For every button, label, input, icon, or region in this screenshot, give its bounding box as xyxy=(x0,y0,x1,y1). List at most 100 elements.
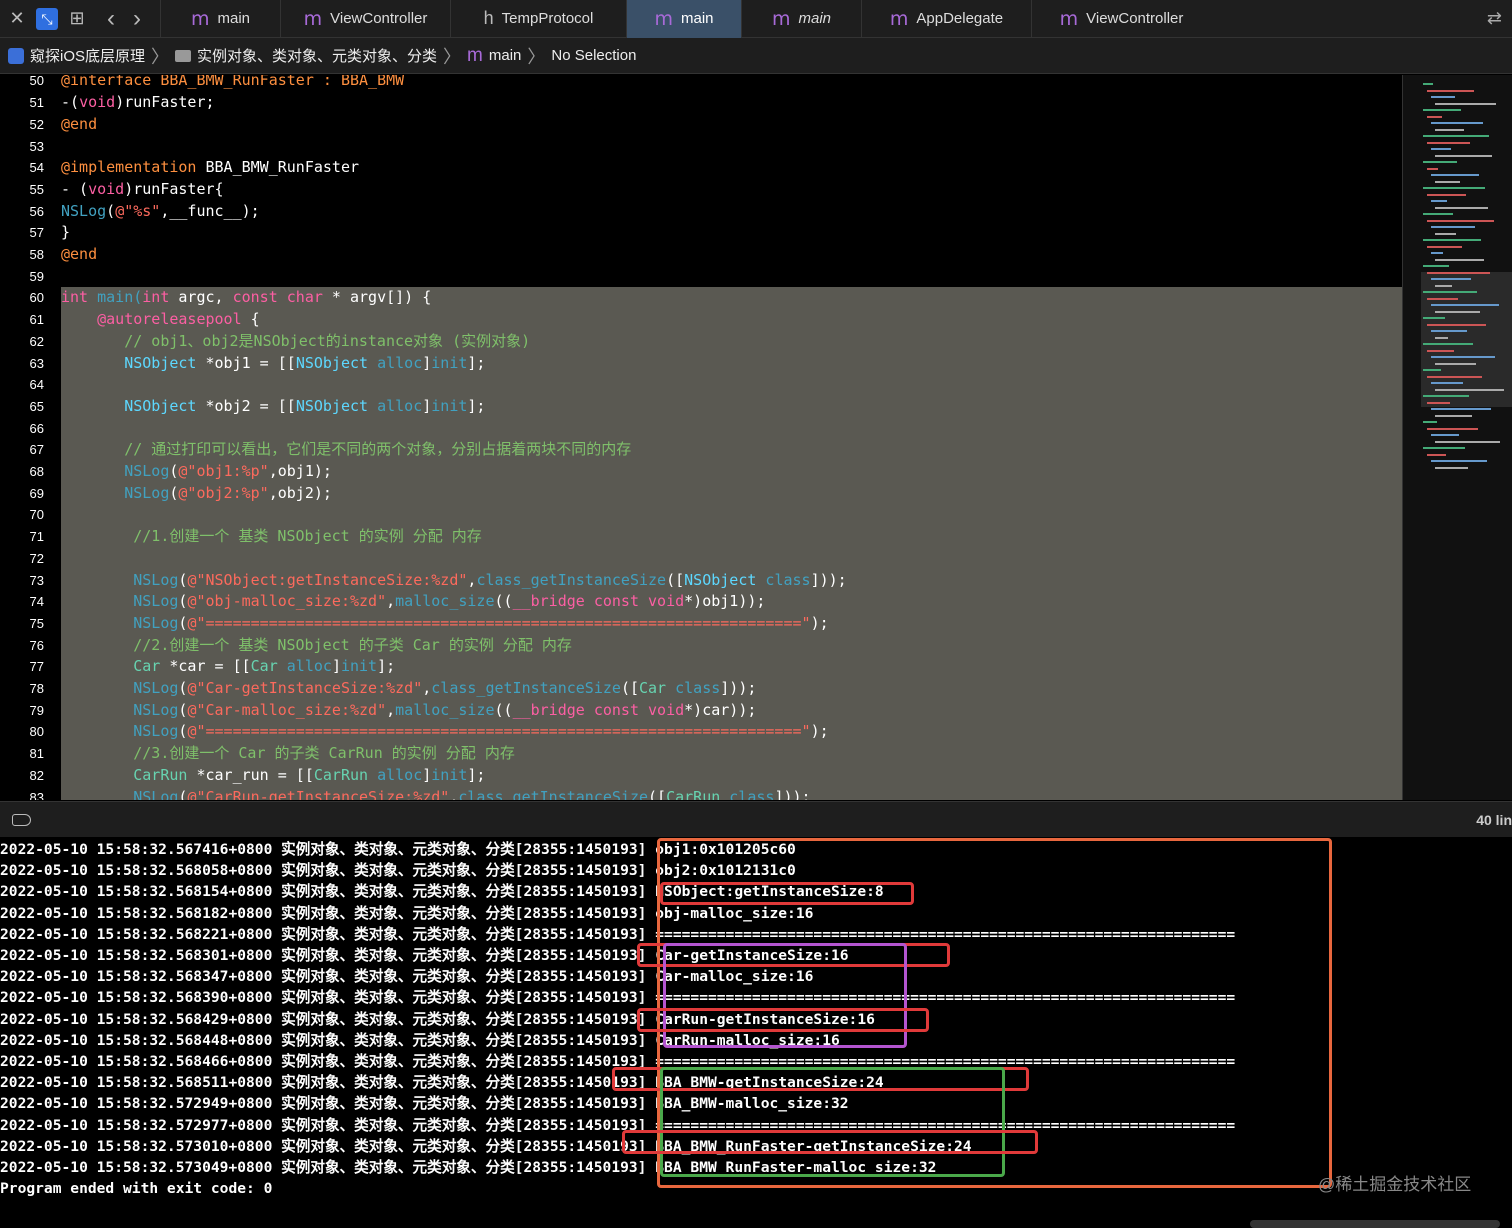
breadcrumb-folder[interactable]: 实例对象、类对象、元类对象、分类 xyxy=(197,45,437,66)
code-token: , xyxy=(422,679,432,698)
close-icon[interactable]: ✕ xyxy=(4,8,30,29)
code-token: ([ xyxy=(666,570,685,589)
code-line: 78 NSLog(@"Car-getInstanceSize:%zd",clas… xyxy=(0,678,1402,700)
minimap-line xyxy=(1427,401,1450,404)
code-token: malloc_size xyxy=(395,700,495,719)
tab-viewcontroller[interactable]: m ViewController xyxy=(1031,0,1211,38)
forward-button[interactable]: › xyxy=(124,5,150,33)
code-token: CarRun xyxy=(313,765,369,784)
chevron-right-icon: 〉 xyxy=(443,46,462,67)
tab-label: TempProtocol xyxy=(501,10,594,27)
tab-main[interactable]: m main xyxy=(741,0,861,38)
line-number: 57 xyxy=(29,225,44,241)
chevron-right-icon: 〉 xyxy=(151,46,170,67)
swap-icon[interactable]: ⇄ xyxy=(1487,8,1502,29)
log-timestamp: 2022-05-10 15:58:32.572977+0800 xyxy=(0,1116,282,1134)
annotation-box xyxy=(660,1067,1005,1177)
code-editor[interactable]: 50 @interface BBA_BMW_RunFaster : BBA_BMW… xyxy=(0,75,1402,800)
minimap-line xyxy=(1431,96,1455,98)
objc-file-icon: m xyxy=(303,7,323,30)
minimize-editor-icon[interactable]: ⤡ xyxy=(36,7,58,30)
code-token: , xyxy=(386,700,396,719)
tab-label: AppDelegate xyxy=(916,10,1004,27)
minimap-line xyxy=(1435,232,1456,235)
line-number: 68 xyxy=(29,464,44,480)
console-output[interactable]: 2022-05-10 15:58:32.567416+0800 实例对象、类对象… xyxy=(0,838,1512,1225)
code-line: 77 Car *car = [[Car alloc]init]; xyxy=(0,656,1402,679)
code-token: NSObject xyxy=(684,570,757,589)
code-token: class_getInstanceSize xyxy=(431,679,621,698)
minimap-line xyxy=(1435,102,1496,105)
log-prefix: 实例对象、类对象、元类对象、分类[28355:1450193] xyxy=(281,1116,656,1134)
code-line: 58 @end xyxy=(0,244,1402,266)
code-token: ,obj2); xyxy=(268,483,332,502)
code-text: NSObject *obj1 = [[NSObject alloc]init]; xyxy=(61,352,1402,375)
code-token: @"======================================… xyxy=(187,613,811,632)
line-number: 71 xyxy=(29,529,44,545)
code-token: alloc xyxy=(368,396,423,415)
breadcrumb-project[interactable]: 窥探iOS底层原理 xyxy=(30,45,145,66)
toggle-variables-icon[interactable] xyxy=(12,814,31,826)
minimap-line xyxy=(1423,447,1465,449)
grid-icon[interactable]: ⊞ xyxy=(64,8,90,29)
line-number: 82 xyxy=(29,767,44,783)
code-line: 59 xyxy=(0,266,1402,288)
tab-label: ViewController xyxy=(1086,10,1184,27)
code-token: @"obj2:%p" xyxy=(178,483,269,502)
code-text: NSLog(@"%s",__func__); xyxy=(61,201,1402,223)
minimap[interactable] xyxy=(1402,75,1512,800)
code-token: ] xyxy=(422,765,432,784)
console-toolbar: 40 lin xyxy=(0,801,1512,837)
code-line: 70 xyxy=(0,504,1402,527)
breadcrumb: 窥探iOS底层原理 〉 实例对象、类对象、元类对象、分类 〉 m main 〉 … xyxy=(0,38,1512,74)
code-token: ]; xyxy=(467,353,486,372)
log-prefix: 实例对象、类对象、元类对象、分类[28355:1450193] xyxy=(281,1074,656,1092)
tab-appdelegate[interactable]: m AppDelegate xyxy=(861,0,1031,38)
code-token: class_getInstanceSize xyxy=(476,570,667,589)
minimap-line xyxy=(1423,213,1453,215)
back-button[interactable]: ‹ xyxy=(98,5,124,33)
log-timestamp: 2022-05-10 15:58:32.573049+0800 xyxy=(0,1159,282,1176)
code-text xyxy=(61,547,1402,570)
log-prefix: 实例对象、类对象、元类对象、分类[28355:1450193] xyxy=(281,1159,656,1176)
minimap-line xyxy=(1435,440,1500,443)
scrollbar[interactable] xyxy=(1250,1220,1500,1228)
code-token: ); xyxy=(810,722,829,741)
code-token: *car_run = [[ xyxy=(187,765,314,784)
tab-viewcontroller[interactable]: m ViewController xyxy=(280,0,450,38)
log-prefix: 实例对象、类对象、元类对象、分类[28355:1450193] xyxy=(281,1031,656,1049)
minimap-line xyxy=(1435,180,1460,183)
minimap-line xyxy=(1423,83,1433,85)
breadcrumb-selection[interactable]: No Selection xyxy=(551,47,636,64)
code-text: @end xyxy=(61,244,1402,266)
code-text: NSLog(@"obj2:%p",obj2); xyxy=(61,482,1402,505)
line-number: 76 xyxy=(29,637,44,653)
code-token: class xyxy=(756,570,811,589)
line-number: 54 xyxy=(29,160,44,176)
code-token: @"NSObject:getInstanceSize:%zd" xyxy=(187,570,468,589)
minimap-line xyxy=(1435,258,1484,261)
code-line: 71 //1.创建一个 基类 NSObject 的实例 分配 内存 xyxy=(0,526,1402,548)
log-timestamp: 2022-05-10 15:58:32.568301+0800 xyxy=(0,947,282,964)
log-prefix: 实例对象、类对象、元类对象、分类[28355:1450193] xyxy=(281,989,656,1007)
code-line: 62 // obj1、obj2是NSObject的instance对象 (实例对… xyxy=(0,330,1402,353)
code-text xyxy=(61,417,1402,440)
tab-main[interactable]: m main xyxy=(160,0,280,38)
code-line: 61 @autoreleasepool { xyxy=(0,309,1402,331)
code-token: -( xyxy=(61,93,80,112)
minimap-line xyxy=(1435,336,1448,339)
tab-main[interactable]: m main xyxy=(626,0,741,38)
minimap-line xyxy=(1427,453,1446,456)
tab-bar: ✕ ⤡ ⊞ ‹ › m main m ViewController h TempProto… xyxy=(0,0,1512,38)
code-token: } xyxy=(61,223,71,242)
tab-tempprotocol[interactable]: h TempProtocol xyxy=(450,0,626,38)
breadcrumb-file[interactable]: main xyxy=(489,47,522,64)
minimap-line xyxy=(1431,200,1447,202)
minimap-line xyxy=(1435,388,1504,391)
code-token: alloc xyxy=(368,353,423,372)
line-number: 77 xyxy=(29,659,44,675)
code-token: (( xyxy=(494,700,513,719)
code-text: //1.创建一个 基类 NSObject 的实例 分配 内存 xyxy=(61,526,1402,548)
